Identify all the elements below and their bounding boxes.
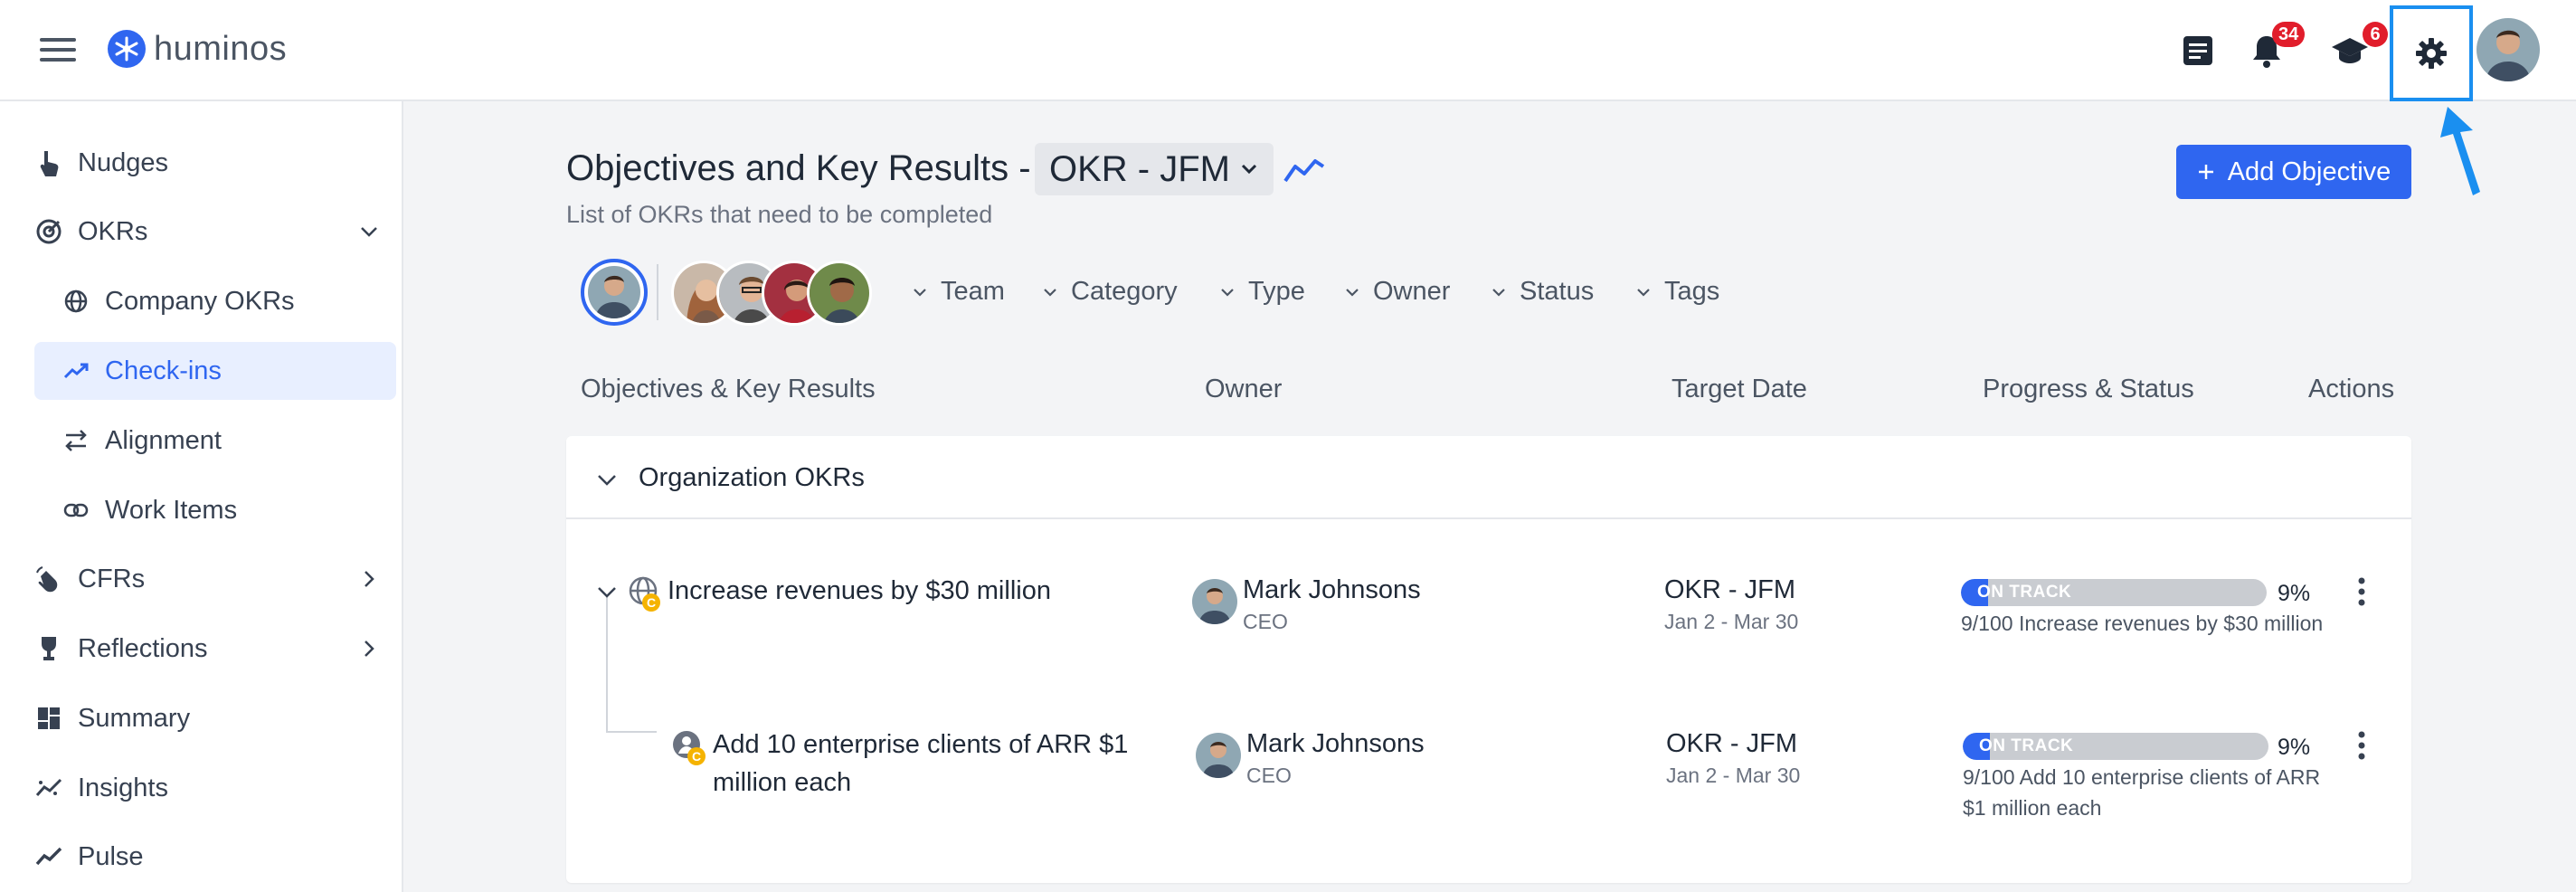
owner-avatar [1196, 733, 1241, 778]
hamburger-menu-icon[interactable] [40, 34, 76, 65]
sidebar-item-company-okrs[interactable]: Company OKRs [34, 272, 396, 330]
chevron-down-icon [1635, 284, 1652, 300]
key-result-title[interactable]: Add 10 enterprise clients of ARR $1 mill… [713, 726, 1165, 802]
brand-logo[interactable]: huminos [107, 29, 287, 69]
avatar-divider [657, 264, 658, 320]
target-date-range: Jan 2 - Mar 30 [1664, 610, 1799, 633]
gear-icon [2413, 35, 2449, 71]
filter-tags[interactable]: Tags [1635, 277, 1719, 307]
owner-name: Mark Johnsons [1246, 729, 1425, 758]
add-objective-button[interactable]: Add Objective [2176, 145, 2411, 199]
trend-chart-icon[interactable] [1283, 154, 1326, 186]
chevron-down-icon [358, 221, 380, 242]
objective-title[interactable]: Increase revenues by $30 million [668, 572, 1174, 610]
column-actions: Actions [2308, 375, 2395, 403]
chevron-down-icon [1491, 284, 1507, 300]
hand-wave-icon [34, 565, 63, 593]
chevron-right-icon [358, 638, 380, 660]
okr-group-card: Organization OKRs C Increase revenues by… [566, 436, 2411, 883]
period-select[interactable]: OKR - JFM [1035, 143, 1274, 195]
chevron-down-icon [912, 284, 928, 300]
owner-name: Mark Johnsons [1243, 575, 1421, 604]
sidebar-item-cfrs[interactable]: CFRs [34, 550, 396, 608]
creator-badge: C [687, 747, 706, 765]
filter-type[interactable]: Type [1219, 277, 1305, 307]
chevron-down-icon [1219, 284, 1236, 300]
column-owner: Owner [1205, 375, 1283, 403]
sidebar-item-pulse[interactable]: Pulse [34, 828, 396, 886]
arrows-swap-icon [62, 426, 90, 455]
column-target-date: Target Date [1672, 375, 1807, 403]
column-progress-status: Progress & Status [1983, 375, 2194, 403]
filter-category[interactable]: Category [1042, 277, 1178, 307]
plus-icon [2197, 163, 2215, 181]
tree-line [606, 597, 608, 731]
chevron-down-icon [1042, 284, 1058, 300]
huminos-logo-icon [107, 29, 147, 69]
sidebar-item-okrs[interactable]: OKRs [34, 203, 396, 261]
pulse-icon [34, 842, 63, 871]
target-period: OKR - JFM [1666, 729, 1797, 758]
chevron-down-icon[interactable] [595, 581, 619, 604]
progress-description: 9/100 Add 10 enterprise clients of ARR $… [1963, 765, 2321, 820]
owner-avatar [1192, 579, 1237, 624]
target-date-range: Jan 2 - Mar 30 [1666, 764, 1801, 787]
trend-icon [62, 356, 90, 385]
globe-icon [62, 287, 90, 316]
user-avatar[interactable] [2477, 18, 2540, 81]
progress-bar: ON TRACK [1961, 579, 2267, 606]
brand-name: huminos [154, 29, 288, 68]
notes-icon[interactable] [2178, 31, 2218, 71]
sidebar: Nudges OKRs Company OKRs Check-ins Align… [0, 101, 403, 892]
chevron-down-icon [1239, 159, 1259, 179]
filter-owner[interactable]: Owner [1344, 277, 1450, 307]
status-label: ON TRACK [1979, 736, 2074, 755]
sidebar-item-insights[interactable]: Insights [34, 759, 396, 817]
group-header[interactable]: Organization OKRs [566, 436, 2411, 519]
owner-role: CEO [1246, 764, 1292, 787]
tree-line [606, 731, 657, 733]
sidebar-item-work-items[interactable]: Work Items [34, 481, 396, 539]
chevron-right-icon [358, 568, 380, 590]
creator-badge: C [642, 593, 660, 612]
link-icon [62, 496, 90, 525]
learning-badge: 6 [2363, 22, 2388, 47]
progress-percent: 9% [2278, 735, 2311, 760]
filter-team[interactable]: Team [912, 277, 1005, 307]
column-objectives: Objectives & Key Results [581, 375, 876, 403]
top-header: huminos 34 6 [0, 0, 2576, 101]
progress-percent: 9% [2278, 581, 2311, 606]
notifications-badge: 34 [2272, 22, 2306, 47]
progress-description: 9/100 Increase revenues by $30 million [1961, 612, 2324, 635]
group-title: Organization OKRs [639, 463, 865, 492]
sidebar-item-alignment[interactable]: Alignment [34, 412, 396, 470]
more-actions-icon[interactable] [2348, 574, 2375, 610]
period-value: OKR - JFM [1049, 148, 1230, 189]
sidebar-item-reflections[interactable]: Reflections [34, 620, 396, 678]
sidebar-item-check-ins[interactable]: Check-ins [34, 342, 396, 400]
page-subtitle: List of OKRs that need to be completed [566, 201, 993, 228]
settings-button[interactable] [2390, 5, 2473, 101]
more-actions-icon[interactable] [2348, 727, 2375, 764]
scatter-chart-icon [34, 773, 63, 802]
chevron-down-icon[interactable] [595, 469, 619, 492]
team-member-avatar[interactable] [807, 261, 872, 326]
my-avatar-filter[interactable] [581, 259, 648, 326]
progress-bar: ON TRACK [1963, 733, 2268, 760]
target-icon [34, 217, 63, 246]
dashboard-icon [34, 704, 63, 733]
sidebar-item-summary[interactable]: Summary [34, 689, 396, 747]
filter-status[interactable]: Status [1491, 277, 1594, 307]
owner-role: CEO [1243, 610, 1288, 633]
pointer-arrow-icon [2440, 107, 2486, 197]
target-period: OKR - JFM [1664, 575, 1795, 604]
chevron-down-icon [1344, 284, 1360, 300]
status-label: ON TRACK [1977, 583, 2072, 602]
hand-pointer-icon [34, 148, 63, 177]
trophy-icon [34, 634, 63, 663]
page-title: Objectives and Key Results - [566, 148, 1031, 188]
sidebar-item-nudges[interactable]: Nudges [34, 134, 396, 192]
